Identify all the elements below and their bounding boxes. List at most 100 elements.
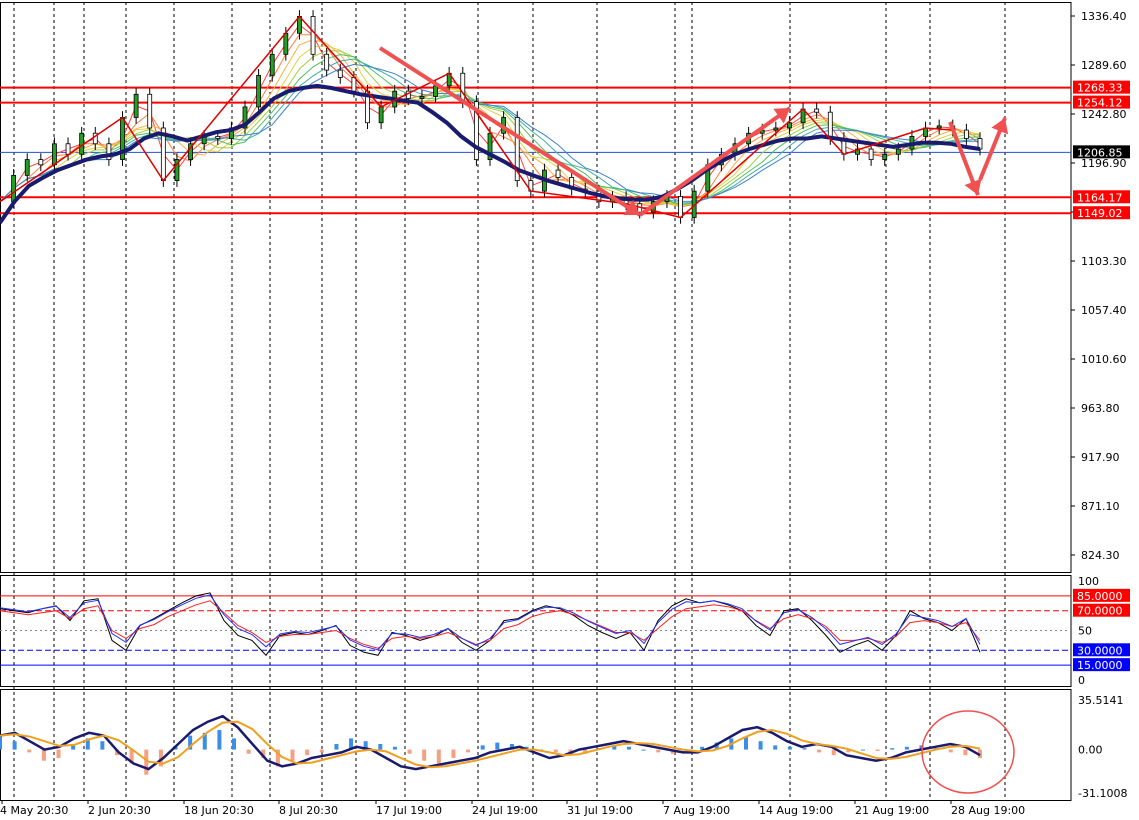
rsi-level-text-2: 30.0000	[1077, 644, 1123, 657]
macd-histogram-bar	[319, 749, 324, 753]
macd-histogram-bar	[875, 749, 880, 751]
macd-histogram-bar	[100, 741, 105, 750]
macd-histogram-bar	[904, 746, 909, 750]
candle-body	[11, 174, 17, 203]
macd-histogram-bar	[890, 748, 895, 750]
x-tick-label: 31 Jul 19:00	[567, 804, 633, 817]
candle-body	[555, 169, 561, 178]
candle-body	[337, 69, 343, 78]
macd-histogram-bar	[743, 737, 748, 750]
x-tick-label: 4 May 20:30	[0, 804, 68, 817]
x-tick-label: 28 Aug 19:00	[951, 804, 1025, 817]
candle-body	[433, 85, 438, 97]
candle-body	[460, 72, 466, 103]
candle-body	[678, 196, 683, 218]
macd-histogram-bar	[0, 735, 2, 750]
main-y-tick-label: 1057.40	[1081, 304, 1127, 317]
macd-histogram-bar	[626, 746, 631, 750]
macd-histogram-bar	[495, 742, 500, 750]
macd-histogram-bar	[290, 749, 295, 761]
macd-histogram-bar	[56, 749, 61, 758]
price-label-text-4: 1149.02	[1077, 207, 1123, 220]
macd-histogram-bar	[436, 749, 441, 764]
candle-body	[773, 127, 779, 131]
candle-body	[324, 53, 330, 71]
trading-chart[interactable]: 1336.401289.601242.801196.901149.021103.…	[0, 0, 1139, 820]
candle-body	[936, 125, 942, 129]
candle-body	[52, 143, 57, 166]
x-tick-label: 8 Jul 20:30	[279, 804, 338, 817]
macd-histogram-bar	[407, 749, 412, 754]
macd-histogram-bar	[305, 749, 310, 756]
macd-histogram-bar	[451, 749, 456, 758]
price-label-text-1: 1254.12	[1077, 97, 1123, 110]
macd-panel	[0, 689, 1072, 801]
macd-histogram-bar	[553, 749, 558, 753]
macd-y-tick-label: 35.5141	[1078, 694, 1124, 707]
price-label-text-2: 1206.85	[1077, 146, 1123, 159]
candle-body	[378, 106, 384, 124]
macd-histogram-bar	[392, 746, 397, 750]
macd-histogram-bar	[378, 743, 383, 750]
macd-histogram-bar	[466, 749, 471, 753]
candle-body	[827, 111, 833, 139]
macd-y-tick-label: 0.00	[1078, 744, 1103, 757]
rsi-level-text-3: 15.0000	[1077, 659, 1123, 672]
macd-histogram-bar	[27, 749, 32, 753]
candle-body	[895, 148, 901, 155]
macd-y-tick-label: -31.1008	[1078, 787, 1127, 800]
candle-body	[256, 74, 262, 108]
macd-histogram-bar	[246, 749, 251, 754]
macd-histogram-bar	[802, 748, 807, 750]
main-y-tick-label: 1289.60	[1081, 59, 1127, 72]
main-y-tick-label: 917.90	[1081, 451, 1120, 464]
macd-histogram-bar	[217, 730, 222, 750]
macd-histogram-bar	[656, 749, 661, 753]
x-tick-label: 17 Jul 19:00	[376, 804, 442, 817]
x-tick-label: 21 Aug 19:00	[855, 804, 929, 817]
main-y-tick-label: 1336.40	[1081, 10, 1127, 23]
main-y-tick-label: 1242.80	[1081, 108, 1127, 121]
x-tick-label: 14 Aug 19:00	[759, 804, 833, 817]
candle-body	[283, 32, 289, 55]
candle-body	[38, 159, 44, 166]
macd-histogram-bar	[963, 749, 968, 756]
macd-histogram-bar	[773, 745, 778, 750]
x-tick-label: 7 Aug 19:00	[663, 804, 730, 817]
macd-histogram-bar	[641, 749, 646, 751]
x-tick-label: 24 Jul 19:00	[472, 804, 538, 817]
macd-histogram-bar	[758, 741, 763, 750]
macd-histogram-bar	[422, 749, 427, 761]
candle-body	[24, 159, 30, 176]
x-tick-label: 2 Jun 20:30	[88, 804, 151, 817]
candle-body	[65, 143, 71, 155]
candle-body	[215, 136, 221, 139]
macd-histogram-bar	[480, 745, 485, 750]
macd-histogram-bar	[41, 749, 46, 761]
macd-histogram-bar	[817, 749, 822, 753]
rsi-y-tick-label: 50	[1078, 625, 1092, 638]
candle-body	[419, 96, 425, 99]
candle-body	[133, 93, 139, 118]
candle-body	[147, 93, 153, 129]
main-y-tick-label: 871.10	[1081, 500, 1120, 513]
macd-histogram-bar	[787, 746, 792, 750]
rsi-level-text-0: 85.0000	[1077, 590, 1123, 603]
candle-body	[351, 77, 357, 92]
rsi-y-tick-label: 0	[1078, 674, 1085, 687]
main-y-tick-label: 1010.60	[1081, 353, 1127, 366]
macd-histogram-bar	[232, 738, 237, 750]
candle-body	[868, 148, 874, 160]
rsi-level-text-1: 70.0000	[1077, 605, 1123, 618]
macd-histogram-bar	[948, 749, 953, 753]
candle-body	[787, 122, 792, 129]
macd-histogram-bar	[334, 743, 339, 750]
main-y-tick-label: 963.80	[1081, 402, 1120, 415]
main-y-tick-label: 824.30	[1081, 549, 1120, 562]
main-y-tick-label: 1103.30	[1081, 255, 1127, 268]
candle-body	[310, 16, 316, 55]
candle-body	[963, 129, 969, 139]
macd-histogram-bar	[831, 749, 836, 756]
candle-body	[882, 153, 888, 160]
macd-histogram-bar	[12, 741, 17, 750]
